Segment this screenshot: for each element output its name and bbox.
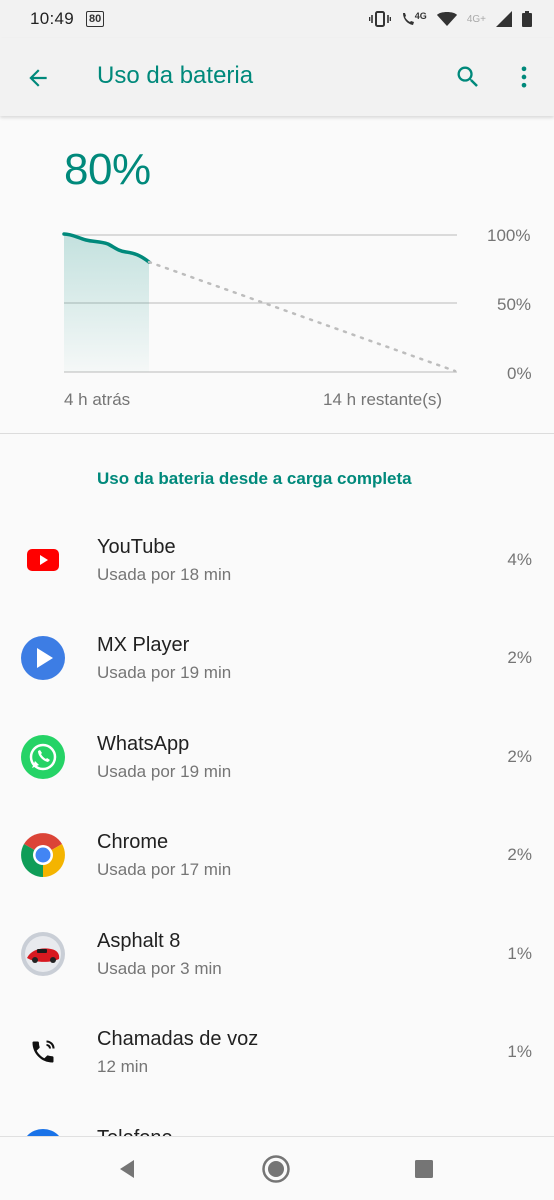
back-arrow-icon[interactable]	[22, 62, 54, 94]
status-time: 10:49	[30, 9, 75, 28]
list-item[interactable]: YouTube Usada por 18 min 4%	[0, 508, 554, 607]
call-lte-icon: 4G	[401, 11, 427, 27]
app-name: Chamadas de voz	[97, 1028, 259, 1050]
app-name: Chrome	[97, 831, 169, 853]
app-name: WhatsApp	[97, 733, 190, 755]
section-divider	[0, 433, 554, 434]
y-label-0: 0%	[507, 364, 532, 383]
section-title: Uso da bateria desde a carga completa	[97, 469, 412, 488]
app-bar: Uso da bateria	[0, 38, 554, 116]
list-item[interactable]: MX Player Usada por 19 min 2%	[0, 606, 554, 705]
list-item[interactable]: WhatsApp Usada por 19 min 2%	[0, 705, 554, 804]
battery-icon	[522, 11, 532, 27]
chrome-icon	[21, 833, 65, 877]
list-item[interactable]: Chamadas de voz 12 min 1%	[0, 1000, 554, 1099]
more-vert-icon[interactable]	[508, 61, 540, 93]
app-percent: 2%	[507, 845, 532, 864]
x-label-right: 14 h restante(s)	[323, 390, 443, 409]
battery-level: 80%	[64, 145, 151, 194]
app-usage: Usada por 19 min	[97, 663, 232, 682]
network-type-label: 4G+	[466, 13, 486, 25]
status-bar: 10:49 80 4G 4G+	[0, 0, 554, 38]
app-percent: 1%	[507, 944, 532, 963]
signal-icon	[496, 11, 512, 27]
notification-badge: 80	[86, 11, 105, 27]
nav-home-icon[interactable]	[260, 1153, 292, 1185]
wifi-icon	[436, 11, 457, 27]
whatsapp-icon	[21, 735, 65, 779]
y-label-50: 50%	[497, 295, 532, 314]
app-name: Asphalt 8	[97, 930, 181, 952]
battery-graph-svg	[62, 232, 457, 373]
list-item[interactable]: Asphalt 8 Usada por 3 min 1%	[0, 902, 554, 1001]
nav-recents-icon[interactable]	[408, 1153, 440, 1185]
vibrate-icon	[368, 11, 391, 27]
nav-back-icon[interactable]	[111, 1153, 143, 1185]
search-icon[interactable]	[452, 61, 484, 93]
x-label-left: 4 h atrás	[64, 390, 131, 409]
status-icons: 4G 4G+	[368, 11, 532, 27]
app-usage: Usada por 19 min	[97, 762, 232, 781]
battery-projection-line	[147, 260, 457, 373]
app-name: MX Player	[97, 634, 190, 656]
navigation-bar	[0, 1136, 554, 1200]
app-name: YouTube	[97, 536, 176, 558]
battery-graph: 100% 50% 0% 4 h atrás 14 h restante(s)	[0, 215, 554, 415]
asphalt-icon	[21, 932, 65, 976]
y-label-100: 100%	[487, 226, 531, 245]
app-usage: 12 min	[97, 1057, 149, 1076]
voice-call-icon	[21, 1030, 65, 1074]
app-usage: Usada por 18 min	[97, 565, 232, 584]
app-percent: 1%	[507, 1042, 532, 1061]
app-percent: 2%	[507, 747, 532, 766]
youtube-icon	[21, 538, 65, 582]
page-title: Uso da bateria	[97, 62, 254, 89]
app-usage: Usada por 3 min	[97, 959, 222, 978]
app-percent: 2%	[507, 648, 532, 667]
app-usage: Usada por 17 min	[97, 860, 232, 879]
mx-player-icon	[21, 636, 65, 680]
list-item[interactable]: Chrome Usada por 17 min 2%	[0, 803, 554, 902]
app-percent: 4%	[507, 550, 532, 569]
